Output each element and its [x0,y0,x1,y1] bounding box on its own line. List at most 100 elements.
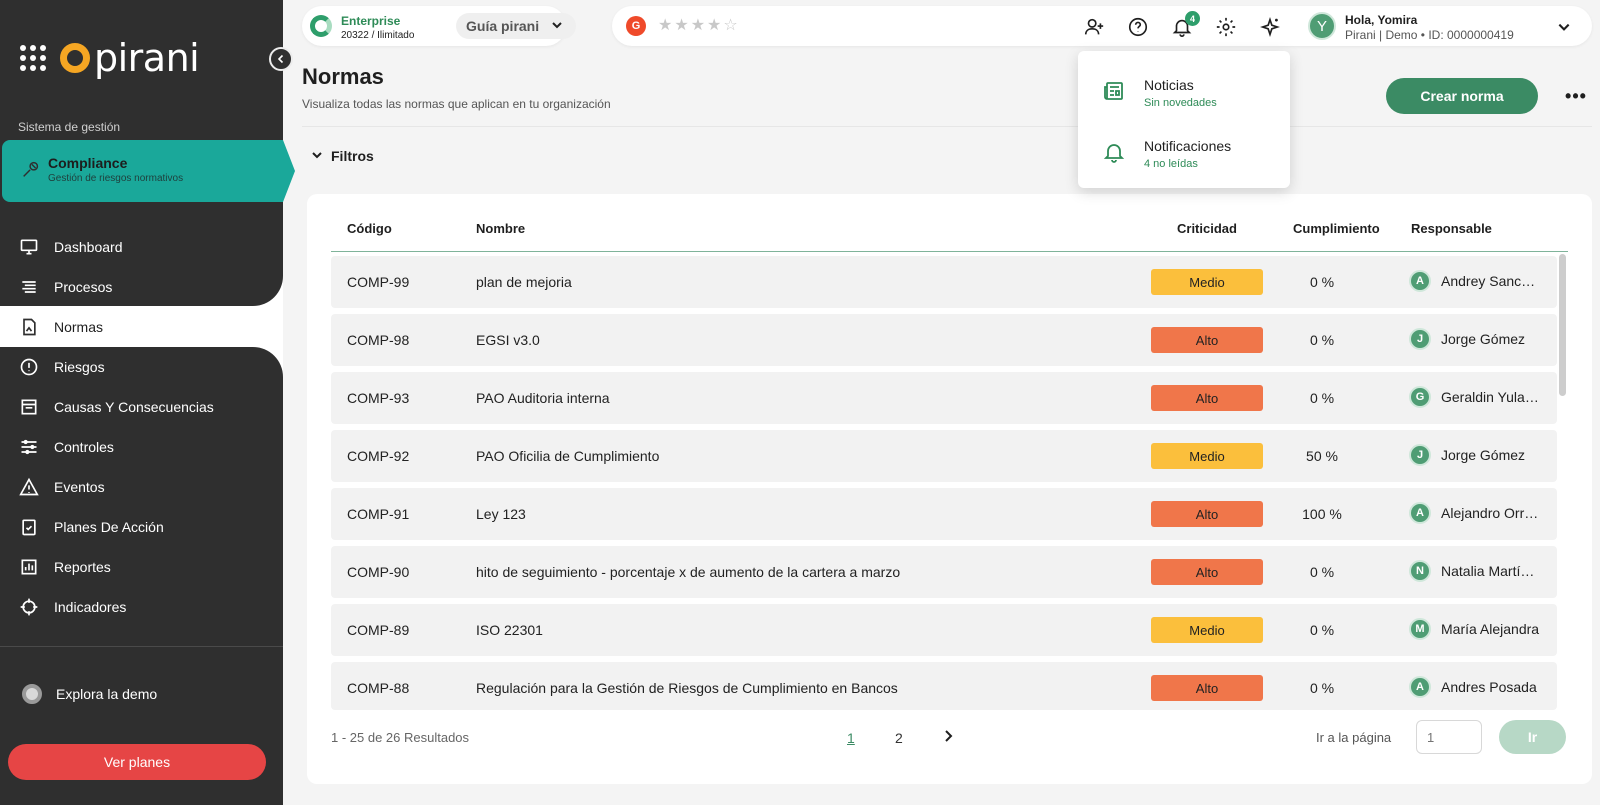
collapse-sidebar-button[interactable] [269,47,293,71]
goto-page-button[interactable]: Ir [1499,720,1566,754]
table-header-divider [331,251,1568,252]
popover-item-title: Noticias [1144,77,1194,93]
row-name: PAO Auditoria interna [476,390,610,406]
popover-item-news[interactable]: Noticias Sin novedades [1078,63,1290,119]
chevron-down-icon[interactable] [1557,20,1571,34]
sidebar-item-riesgos[interactable]: Riesgos [0,347,283,387]
table-row[interactable]: COMP-89 ISO 22301 Medio 0 % M María Aleja… [331,604,1557,656]
main-toolbar: G ★★★★☆ 4 Y Hola, Yomira Pirani | Demo •… [612,6,1592,46]
avatar: G [1409,386,1431,408]
sidebar-item-planes[interactable]: Planes De Acción [0,507,283,547]
col-header-name[interactable]: Nombre [476,221,525,236]
sidebar-item-indicadores[interactable]: Indicadores [0,587,283,627]
module-subtitle: Gestión de riesgos normativos [48,173,184,184]
sidebar-item-label: Controles [54,439,114,455]
sidebar-item-causas[interactable]: Causas Y Consecuencias [0,387,283,427]
gear-icon[interactable] [1214,15,1238,39]
add-user-icon[interactable] [1082,15,1106,39]
table-row[interactable]: COMP-90 hito de seguimiento - porcentaje… [331,546,1557,598]
user-org: Pirani | Demo • ID: 0000000419 [1345,28,1514,42]
table-row[interactable]: COMP-88 Regulación para la Gestión de Ri… [331,662,1557,710]
alert-circle-icon [18,356,40,378]
g2-review-icon[interactable]: G [626,16,646,36]
sidebar-item-label: Normas [54,319,104,335]
sidebar-item-label: Planes De Acción [54,519,164,535]
table-row[interactable]: COMP-98 EGSI v3.0 Alto 0 % J Jorge Gómez [331,314,1557,366]
row-code: COMP-99 [347,274,410,290]
sidebar-item-controles[interactable]: Controles [0,427,283,467]
help-icon[interactable] [1126,15,1150,39]
row-compliance: 50 % [1306,448,1338,464]
archive-icon [18,396,40,418]
avatar: M [1409,618,1431,640]
owner-name: Natalia Martínez [1441,563,1541,579]
filters-toggle[interactable]: Filtros [311,148,374,164]
sidebar-section-label: Sistema de gestión [18,120,121,134]
table-row[interactable]: COMP-99 plan de mejoria Medio 0 % A Andre… [331,256,1557,308]
owner-name: María Alejandra [1441,621,1540,637]
row-owner: J Jorge Gómez [1409,444,1549,466]
row-owner: A Andrey Sanchez [1409,270,1549,292]
list-icon [18,276,40,298]
see-plans-button[interactable]: Ver planes [8,744,266,780]
more-options-icon[interactable]: ••• [1565,86,1587,106]
row-owner: G Geraldin Yulaina [1409,386,1549,408]
module-title: Compliance [48,155,128,171]
bell-icon[interactable]: 4 [1170,11,1200,39]
row-compliance: 0 % [1309,332,1335,348]
sparkle-icon[interactable] [1258,15,1282,39]
checklist-icon [18,516,40,538]
sidebar-item-label: Causas Y Consecuencias [54,399,214,415]
table-row[interactable]: COMP-91 Ley 123 Alto 100 % A Alejandro Or… [331,488,1557,540]
row-name: Ley 123 [476,506,526,522]
popover-item-subtitle: 4 no leídas [1144,158,1198,170]
sliders-icon [18,436,40,458]
row-name: PAO Oficilia de Cumplimiento [476,448,660,464]
avatar: A [1409,502,1431,524]
sidebar-item-eventos[interactable]: Eventos [0,467,283,507]
row-code: COMP-89 [347,622,410,638]
brand-logo[interactable]: pirani [20,36,200,80]
row-owner: N Natalia Martínez [1409,560,1549,582]
user-avatar[interactable]: Y [1308,12,1336,40]
chevron-right-icon[interactable] [940,728,956,744]
row-name: Regulación para la Gestión de Riesgos de… [476,680,898,696]
popover-item-notifications[interactable]: Notificaciones 4 no leídas [1078,124,1290,180]
sidebar-item-procesos[interactable]: Procesos [0,267,283,307]
row-name: plan de mejoria [476,274,572,290]
plan-name: Enterprise [341,14,401,28]
apps-grid-icon[interactable] [20,45,46,71]
page-link-1[interactable]: 1 [847,730,855,746]
sidebar-item-dashboard[interactable]: Dashboard [0,227,283,267]
criticality-badge: Medio [1151,443,1263,469]
page-subtitle: Visualiza todas las normas que aplican e… [302,97,611,111]
owner-name: Andrey Sanchez [1441,273,1541,289]
table-row[interactable]: COMP-92 PAO Oficilia de Cumplimiento Med… [331,430,1557,482]
header-divider [302,126,1592,127]
warning-triangle-icon [18,476,40,498]
col-header-compliance[interactable]: Cumplimiento [1293,221,1380,236]
row-code: COMP-90 [347,564,410,580]
criticality-badge: Alto [1151,675,1263,701]
criticality-badge: Medio [1151,269,1263,295]
guide-dropdown[interactable]: Guía pirani [456,13,576,39]
rating-stars[interactable]: ★★★★☆ [658,15,740,35]
table-row[interactable]: COMP-93 PAO Auditoria interna Alto 0 % G… [331,372,1557,424]
col-header-code[interactable]: Código [347,221,392,236]
crosshair-icon [18,596,40,618]
row-code: COMP-92 [347,448,410,464]
goto-page-input[interactable] [1416,720,1482,754]
module-compliance[interactable]: Compliance Gestión de riesgos normativos [2,140,295,202]
explore-demo-link[interactable]: Explora la demo [22,684,157,704]
row-compliance: 100 % [1302,506,1342,522]
sidebar-item-label: Indicadores [54,599,127,615]
create-norm-button[interactable]: Crear norma [1386,78,1538,114]
row-name: EGSI v3.0 [476,332,540,348]
sidebar-item-reportes[interactable]: Reportes [0,547,283,587]
table-scrollbar[interactable] [1559,254,1566,396]
col-header-owner[interactable]: Responsable [1411,221,1492,236]
col-header-criticality[interactable]: Criticidad [1177,221,1237,236]
sidebar-item-normas[interactable]: Normas [0,307,283,347]
row-code: COMP-88 [347,680,410,696]
page-link-2[interactable]: 2 [895,730,903,746]
